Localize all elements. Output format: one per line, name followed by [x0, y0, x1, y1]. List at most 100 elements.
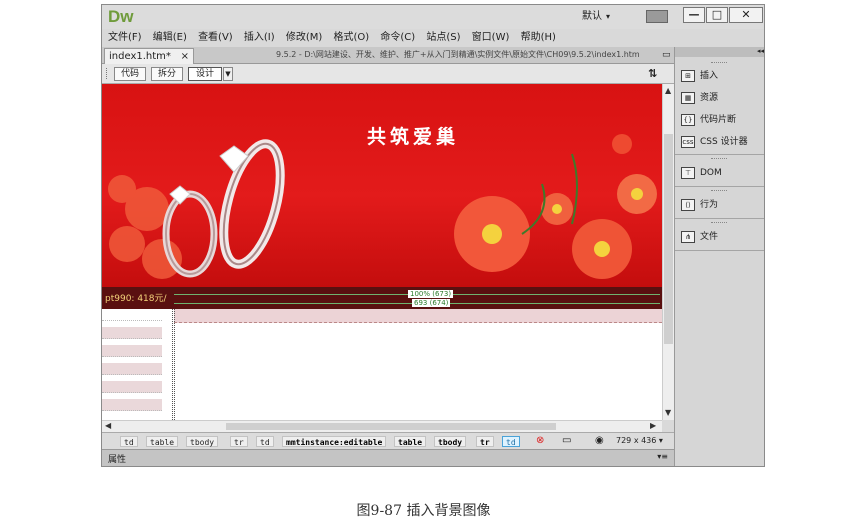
tag-tr[interactable]: tr	[230, 436, 248, 447]
document-toolbar: 代码 拆分 设计 ▼ ⇅	[102, 64, 674, 84]
table-width-guides: 100% (673) 693 (674)	[174, 290, 662, 308]
panel-files-label: 文件	[700, 232, 719, 242]
vertical-scroll-thumb[interactable]	[664, 134, 673, 344]
banner-image: 共筑爱巢	[102, 84, 662, 287]
table-cell[interactable]	[102, 309, 162, 321]
minimize-button[interactable]: —	[683, 7, 705, 23]
menu-modify[interactable]: 修改(M)	[286, 29, 322, 47]
menu-window[interactable]: 窗口(W)	[472, 29, 510, 47]
panel-grip	[711, 62, 727, 65]
panel-dom[interactable]: ⊤ DOM	[681, 165, 722, 181]
document-path: 9.5.2 - D:\网站建设、开发、维护、推广+从入门到精通\实例文件\原始文…	[276, 50, 640, 59]
price-text: pt990: 418元/	[105, 294, 167, 304]
sync-settings-icon[interactable]	[646, 10, 668, 23]
guide-label-bottom: 693 (674)	[412, 299, 451, 307]
close-tab-icon[interactable]: ×	[181, 49, 189, 64]
dom-tree-icon: ⊤	[681, 166, 695, 179]
panel-separator	[675, 218, 764, 219]
left-column-cells	[102, 309, 162, 420]
panel-separator	[675, 250, 764, 251]
properties-label: 属性	[108, 455, 127, 465]
chevron-down-icon: ▾	[606, 12, 611, 21]
panel-grip	[711, 190, 727, 193]
table-cell[interactable]	[102, 327, 162, 339]
panel-files[interactable]: ⋔ 文件	[681, 229, 718, 245]
column-divider	[172, 309, 175, 420]
tag-table[interactable]: table	[394, 436, 427, 447]
table-cell[interactable]	[102, 399, 162, 411]
device-preview-icon[interactable]: ▭	[562, 435, 571, 446]
tag-table[interactable]: table	[146, 436, 179, 447]
collapse-panel-icon[interactable]: ◂◂	[675, 47, 764, 57]
panel-css-designer-label: CSS 设计器	[700, 137, 748, 147]
error-icon[interactable]: ⊗	[536, 435, 544, 446]
horizontal-scroll-thumb[interactable]	[226, 423, 556, 430]
tag-tbody[interactable]: tbody	[434, 436, 467, 447]
design-canvas[interactable]: 共筑爱巢 pt990: 418元/ 100% (673) 693 (674)	[102, 84, 662, 420]
tag-tr[interactable]: tr	[476, 436, 494, 447]
menu-help[interactable]: 帮助(H)	[521, 29, 556, 47]
menu-site[interactable]: 站点(S)	[426, 29, 460, 47]
behaviors-icon: ⟨⟩	[681, 198, 695, 211]
close-button[interactable]: ✕	[729, 7, 763, 23]
panel-snippets[interactable]: {} 代码片断	[681, 112, 736, 128]
design-view-button[interactable]: 设计	[188, 67, 222, 81]
menu-commands[interactable]: 命令(C)	[380, 29, 415, 47]
right-panel-dock: ◂◂ ⊞ 插入 ▦ 资源 {} 代码片断 css CSS 设计器 ⊤ DOM ⟨⟩ 行为 ⋔…	[674, 47, 764, 466]
tag-mmtinstance-editable[interactable]: mmtinstance:editable	[282, 436, 387, 447]
tag-td[interactable]: td	[256, 436, 274, 447]
panel-assets[interactable]: ▦ 资源	[681, 90, 718, 106]
selected-table-row[interactable]	[174, 309, 662, 323]
tag-td[interactable]: td	[120, 436, 138, 447]
panel-dom-label: DOM	[700, 168, 722, 178]
view-dropdown-icon[interactable]: ▼	[223, 67, 233, 81]
restore-document-icon[interactable]: ▭	[662, 50, 671, 60]
menu-file[interactable]: 文件(F)	[108, 29, 142, 47]
properties-panel-bar[interactable]: 属性 ▾≡	[102, 449, 674, 466]
tag-tbody[interactable]: tbody	[186, 436, 219, 447]
maximize-button[interactable]: □	[706, 7, 728, 23]
dreamweaver-window: Dw 默认 ▾ — □ ✕ 文件(F) 编辑(E) 查看(V) 插入(I) 修改(…	[101, 4, 765, 467]
scroll-right-icon[interactable]: ▶	[650, 421, 656, 430]
scroll-left-icon[interactable]: ◀	[105, 421, 111, 430]
table-cell[interactable]	[102, 345, 162, 357]
workspace-switcher[interactable]: 默认 ▾	[582, 9, 630, 24]
rings-and-flowers-illustration	[108, 134, 657, 279]
code-view-button[interactable]: 代码	[114, 67, 146, 81]
panel-behaviors-label: 行为	[700, 200, 719, 210]
vertical-scrollbar[interactable]: ▲ ▼	[662, 84, 674, 420]
panel-grip	[711, 222, 727, 225]
files-tree-icon: ⋔	[681, 230, 695, 243]
right-flowers	[454, 134, 657, 279]
panel-behaviors[interactable]: ⟨⟩ 行为	[681, 197, 718, 213]
table-cell[interactable]	[102, 363, 162, 375]
panel-insert[interactable]: ⊞ 插入	[681, 68, 718, 84]
menu-view[interactable]: 查看(V)	[198, 29, 233, 47]
sort-arrows-icon[interactable]: ⇅	[648, 67, 657, 80]
panel-menu-icon[interactable]: ▾≡	[657, 452, 668, 461]
panel-snippets-label: 代码片断	[700, 115, 737, 125]
toolbar-grip	[106, 68, 109, 79]
scroll-down-icon[interactable]: ▼	[665, 408, 671, 417]
menu-edit[interactable]: 编辑(E)	[153, 29, 187, 47]
document-tab[interactable]: index1.htm* ×	[104, 48, 194, 64]
scroll-up-icon[interactable]: ▲	[665, 86, 671, 95]
banner-title: 共筑爱巢	[367, 126, 460, 148]
menu-format[interactable]: 格式(O)	[333, 29, 369, 47]
document-tab-bar: index1.htm* × 9.5.2 - D:\网站建设、开发、维护、推广+从…	[102, 47, 674, 64]
panel-grip	[711, 158, 727, 161]
app-logo: Dw	[108, 7, 134, 26]
insert-icon: ⊞	[681, 69, 695, 82]
split-view-button[interactable]: 拆分	[151, 67, 183, 81]
menu-insert[interactable]: 插入(I)	[244, 29, 275, 47]
panel-separator	[675, 154, 764, 155]
panel-css-designer[interactable]: css CSS 设计器	[681, 134, 748, 150]
window-size[interactable]: 729 x 436 ▾	[616, 436, 663, 445]
figure-caption: 图9-87 插入背景图像	[356, 503, 491, 519]
assets-icon: ▦	[681, 91, 695, 104]
horizontal-scrollbar[interactable]: ◀ ▶	[102, 420, 662, 432]
globe-icon[interactable]: ◉	[595, 435, 604, 446]
table-cell[interactable]	[102, 381, 162, 393]
panel-assets-label: 资源	[700, 93, 719, 103]
tag-td-selected[interactable]: td	[502, 436, 520, 447]
